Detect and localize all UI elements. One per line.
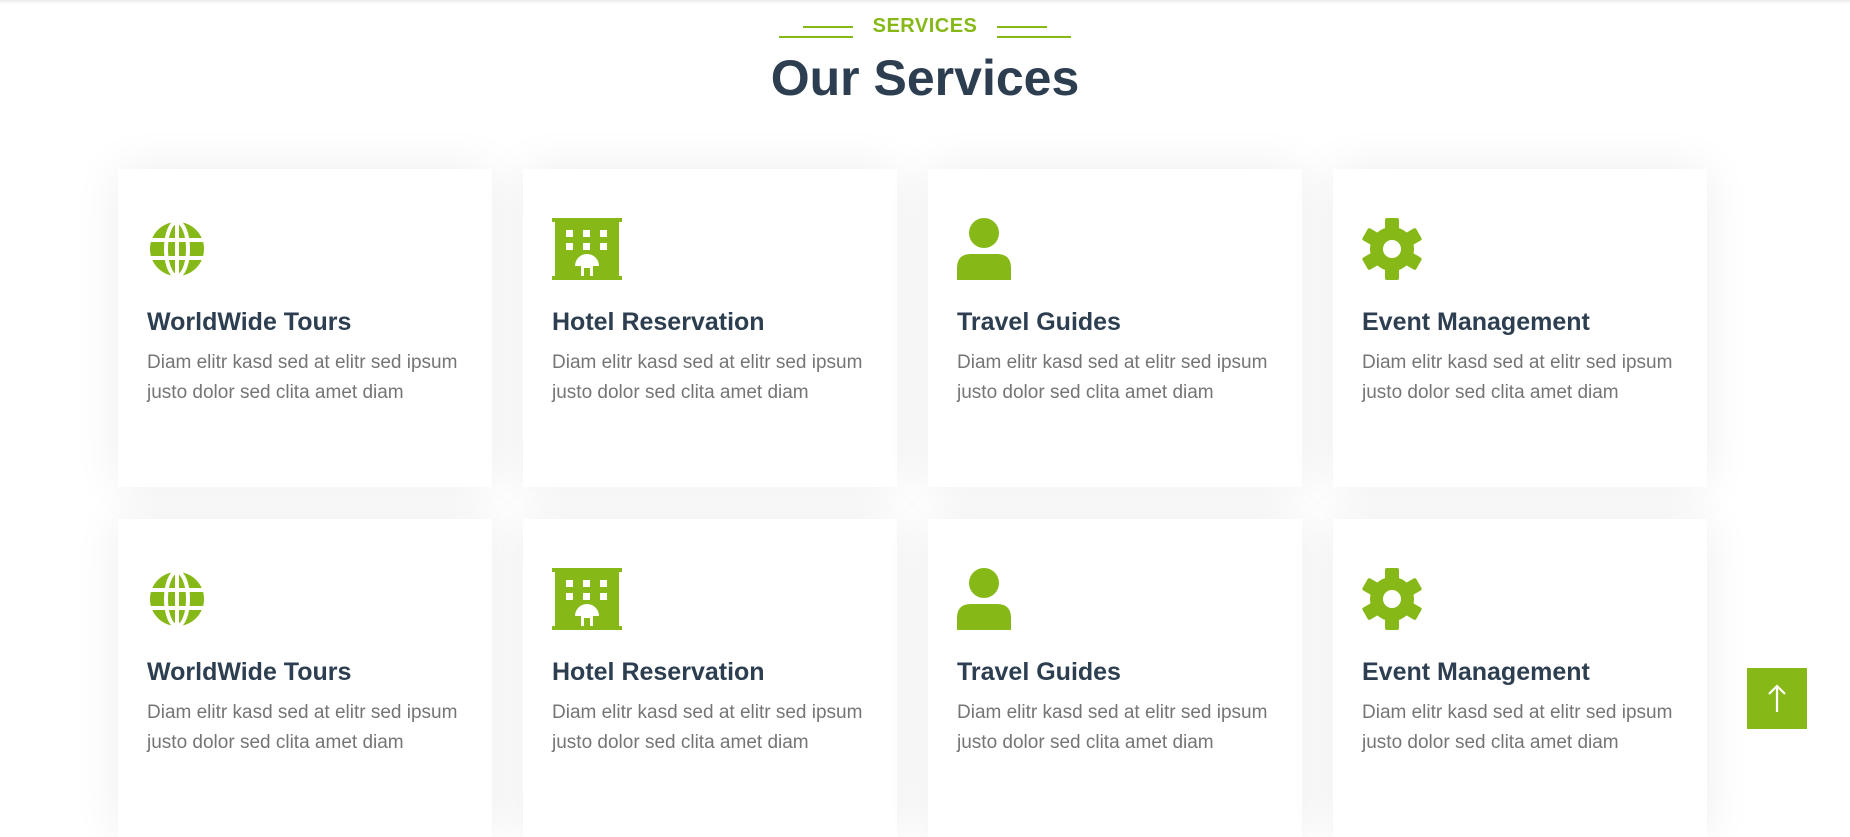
globe-icon xyxy=(147,218,217,280)
eyebrow-decoration-right xyxy=(997,19,1073,38)
section-title: Our Services xyxy=(770,50,1080,106)
service-description: Diam elitr kasd sed at elitr sed ipsum j… xyxy=(147,702,458,753)
service-card-hotel-reservation[interactable]: Hotel Reservation Diam elitr kasd sed at… xyxy=(523,169,897,487)
service-title: Event Management xyxy=(1362,658,1590,686)
back-to-top-button[interactable] xyxy=(1747,668,1807,729)
service-title: WorldWide Tours xyxy=(147,658,352,686)
service-description: Diam elitr kasd sed at elitr sed ipsum j… xyxy=(552,352,863,403)
service-description: Diam elitr kasd sed at elitr sed ipsum j… xyxy=(957,702,1268,753)
service-title: WorldWide Tours xyxy=(147,308,352,336)
service-title: Event Management xyxy=(1362,308,1590,336)
service-card-event-management[interactable]: Event Management Diam elitr kasd sed at … xyxy=(1333,169,1707,487)
arrow-up-icon xyxy=(1768,683,1786,712)
service-card-event-management[interactable]: Event Management Diam elitr kasd sed at … xyxy=(1333,519,1707,837)
service-description: Diam elitr kasd sed at elitr sed ipsum j… xyxy=(1362,352,1673,403)
user-icon xyxy=(957,218,1027,280)
service-card-travel-guides[interactable]: Travel Guides Diam elitr kasd sed at eli… xyxy=(928,169,1302,487)
cog-icon xyxy=(1362,218,1432,280)
service-card-travel-guides[interactable]: Travel Guides Diam elitr kasd sed at eli… xyxy=(928,519,1302,837)
hotel-icon xyxy=(552,568,622,630)
service-description: Diam elitr kasd sed at elitr sed ipsum j… xyxy=(552,702,863,753)
service-description: Diam elitr kasd sed at elitr sed ipsum j… xyxy=(147,352,458,403)
service-card-hotel-reservation[interactable]: Hotel Reservation Diam elitr kasd sed at… xyxy=(523,519,897,837)
eyebrow-label: SERVICES xyxy=(872,15,978,37)
service-card-worldwide-tours[interactable]: WorldWide Tours Diam elitr kasd sed at e… xyxy=(118,519,492,837)
service-title: Travel Guides xyxy=(957,658,1121,686)
hotel-icon xyxy=(552,218,622,280)
service-title: Hotel Reservation xyxy=(552,308,765,336)
service-description: Diam elitr kasd sed at elitr sed ipsum j… xyxy=(1362,702,1673,753)
navbar-shadow xyxy=(0,0,1850,4)
service-title: Travel Guides xyxy=(957,308,1121,336)
service-title: Hotel Reservation xyxy=(552,658,765,686)
service-description: Diam elitr kasd sed at elitr sed ipsum j… xyxy=(957,352,1268,403)
service-card-worldwide-tours[interactable]: WorldWide Tours Diam elitr kasd sed at e… xyxy=(118,169,492,487)
eyebrow-decoration-left xyxy=(777,19,853,38)
cog-icon xyxy=(1362,568,1432,630)
globe-icon xyxy=(147,568,217,630)
user-icon xyxy=(957,568,1027,630)
section-eyebrow: SERVICES xyxy=(0,12,1850,40)
